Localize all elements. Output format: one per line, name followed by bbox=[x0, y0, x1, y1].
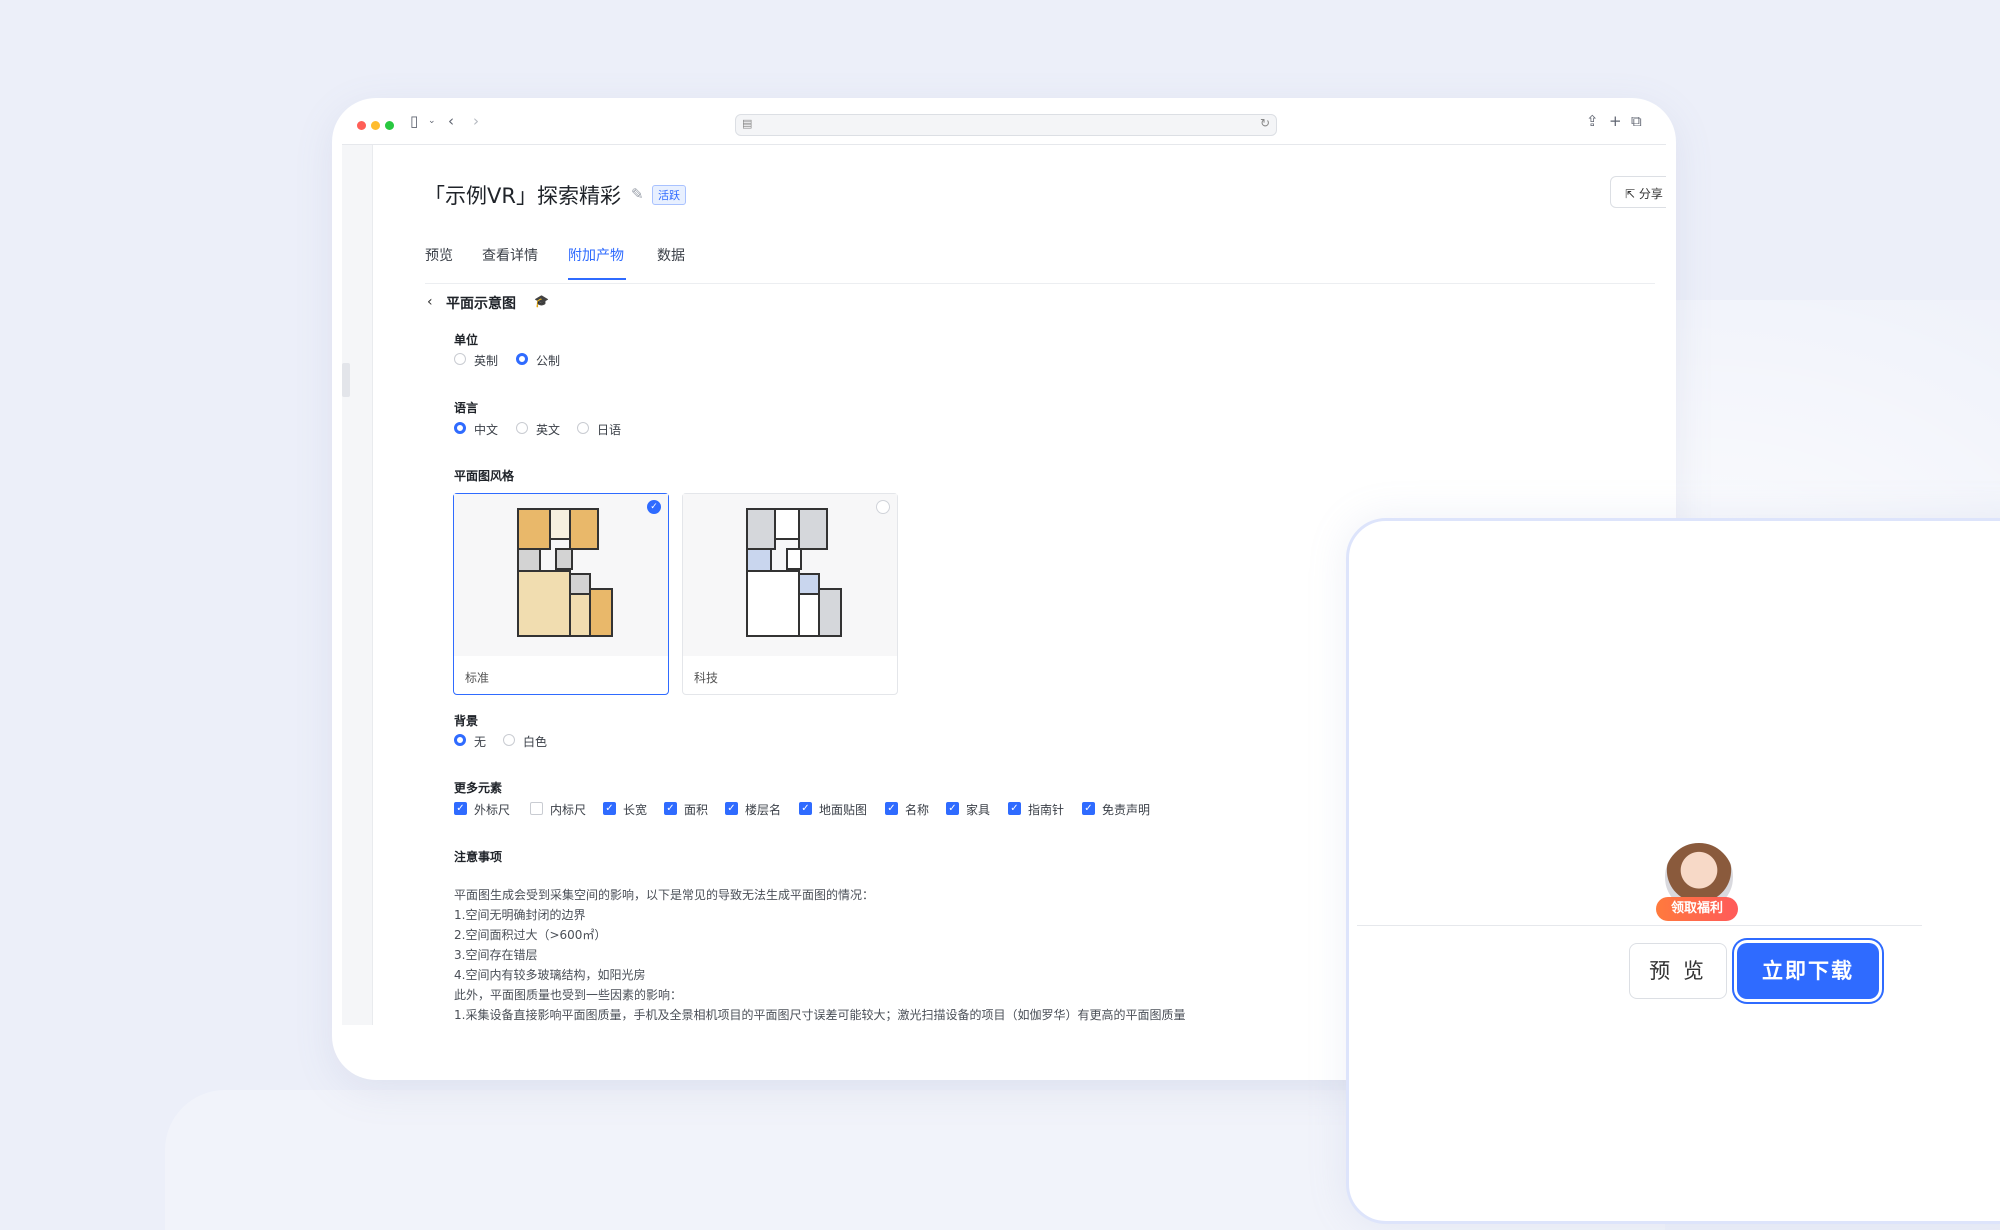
bonus-badge[interactable]: 领取福利 bbox=[1656, 897, 1738, 921]
style-standard-label: 标准 bbox=[465, 671, 490, 685]
tab-extras[interactable]: 附加产物 bbox=[568, 245, 624, 265]
tab-bar: 预览 查看详情 附加产物 数据 bbox=[425, 245, 1655, 284]
tabs-overview-icon[interactable]: ⧉ bbox=[1631, 112, 1642, 130]
radio-chinese[interactable] bbox=[454, 422, 466, 434]
close-window-icon[interactable] bbox=[357, 121, 366, 130]
unit-label: 单位 bbox=[454, 333, 479, 347]
back-nav-icon[interactable]: ‹ bbox=[448, 112, 454, 130]
notes-line: 2.空间面积过大（>600㎡） bbox=[454, 928, 607, 942]
notes-line: 此外，平面图质量也受到一些因素的影响： bbox=[454, 988, 683, 1002]
reload-icon[interactable]: ↻ bbox=[1260, 116, 1270, 130]
floorplan-style-label: 平面图风格 bbox=[454, 469, 515, 483]
download-button[interactable]: 立即下载 bbox=[1737, 943, 1879, 999]
section-title: 平面示意图 bbox=[446, 296, 516, 312]
download-panel: 领取福利 预 览 立即下载 bbox=[1346, 518, 2000, 1224]
checkbox-box[interactable] bbox=[530, 802, 543, 815]
address-bar[interactable]: ▤ ↻ bbox=[735, 114, 1277, 136]
style-tech-check-icon[interactable] bbox=[876, 500, 890, 514]
check-icon[interactable]: ✓ bbox=[946, 802, 959, 815]
notes-label: 注意事项 bbox=[454, 850, 503, 864]
background-label: 背景 bbox=[454, 714, 479, 728]
tech-floorplan-image bbox=[683, 494, 897, 656]
language-label: 语言 bbox=[454, 401, 479, 415]
style-card-standard[interactable]: ✓ 标准 bbox=[453, 493, 669, 695]
browser-titlebar: ▯ ⌄ ‹ › ▤ ↻ ⇪ + ⧉ bbox=[332, 98, 1676, 144]
standard-floorplan-drawing bbox=[517, 508, 613, 637]
standard-floorplan-image bbox=[454, 494, 668, 656]
minimize-window-icon[interactable] bbox=[371, 121, 380, 130]
radio-none[interactable] bbox=[454, 734, 466, 746]
style-tech-label: 科技 bbox=[694, 671, 719, 685]
page-title: 「示例VR」探索精彩 bbox=[424, 184, 621, 208]
notes-text: 平面图生成会受到采集空间的影响，以下是常见的导致无法生成平面图的情况： 1.空间… bbox=[454, 885, 1354, 1025]
chevron-down-icon[interactable]: ⌄ bbox=[428, 116, 436, 126]
back-arrow-icon[interactable]: ‹ bbox=[427, 294, 433, 310]
check-icon[interactable]: ✓ bbox=[603, 802, 616, 815]
status-badge: 活跃 bbox=[652, 185, 686, 205]
notes-line: 4.空间内有较多玻璃结构，如阳光房 bbox=[454, 968, 646, 982]
radio-japanese[interactable] bbox=[577, 422, 589, 434]
share-label: 分享 bbox=[1638, 187, 1663, 201]
tech-floorplan-drawing bbox=[746, 508, 842, 637]
check-icon[interactable]: ✓ bbox=[885, 802, 898, 815]
radio-metric[interactable] bbox=[516, 353, 528, 365]
check-icon[interactable]: ✓ bbox=[454, 802, 467, 815]
notes-line: 1.采集设备直接影响平面图质量，手机及全景相机项目的平面图尺寸误差可能较大；激光… bbox=[454, 1008, 1186, 1022]
panel-divider bbox=[1357, 925, 1922, 926]
tab-data[interactable]: 数据 bbox=[657, 245, 685, 265]
new-tab-icon[interactable]: + bbox=[1609, 112, 1622, 130]
tab-preview[interactable]: 预览 bbox=[425, 245, 453, 265]
style-standard-check-icon[interactable]: ✓ bbox=[647, 500, 661, 514]
radio-english[interactable] bbox=[516, 422, 528, 434]
share-button[interactable]: ⇱ 分享 bbox=[1610, 176, 1666, 208]
notes-line: 1.空间无明确封闭的边界 bbox=[454, 908, 586, 922]
edit-icon[interactable]: ✎ bbox=[631, 185, 644, 203]
check-icon[interactable]: ✓ bbox=[725, 802, 738, 815]
style-card-tech[interactable]: 科技 bbox=[682, 493, 898, 695]
graduation-cap-icon[interactable]: 🎓 bbox=[534, 294, 549, 308]
radio-white[interactable] bbox=[503, 734, 515, 746]
maximize-window-icon[interactable] bbox=[385, 121, 394, 130]
notes-line: 3.空间存在错层 bbox=[454, 948, 538, 962]
share-browser-icon[interactable]: ⇪ bbox=[1586, 112, 1599, 130]
sidebar-toggle-icon[interactable]: ▯ bbox=[410, 112, 418, 130]
preview-button[interactable]: 预 览 bbox=[1629, 943, 1727, 999]
more-elements-label: 更多元素 bbox=[454, 781, 503, 795]
external-link-icon: ⇱ bbox=[1625, 187, 1636, 201]
notes-line: 平面图生成会受到采集空间的影响，以下是常见的导致无法生成平面图的情况： bbox=[454, 888, 875, 902]
active-tab-indicator bbox=[568, 278, 626, 280]
check-icon[interactable]: ✓ bbox=[799, 802, 812, 815]
check-icon[interactable]: ✓ bbox=[1082, 802, 1095, 815]
page-icon: ▤ bbox=[742, 117, 753, 130]
check-icon[interactable]: ✓ bbox=[1008, 802, 1021, 815]
check-icon[interactable]: ✓ bbox=[664, 802, 677, 815]
forward-nav-icon[interactable]: › bbox=[473, 112, 479, 130]
tab-details[interactable]: 查看详情 bbox=[482, 245, 538, 265]
radio-imperial[interactable] bbox=[454, 353, 466, 365]
